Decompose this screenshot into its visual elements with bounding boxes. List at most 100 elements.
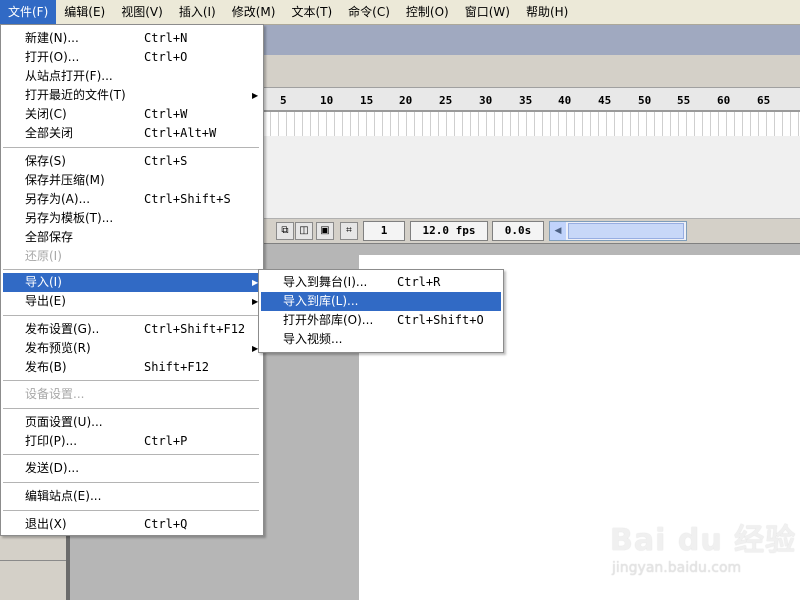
panel-divider bbox=[0, 560, 66, 561]
menu-item-open-from-site[interactable]: 从站点打开(F)... bbox=[3, 67, 259, 86]
onion-outline-icon[interactable]: ▣ bbox=[316, 222, 334, 240]
menu-item-label: 编辑站点(E)... bbox=[25, 489, 102, 503]
menu-item-export[interactable]: 导出(E) ▶ bbox=[3, 292, 259, 311]
menu-item-label: 导出(E) bbox=[25, 294, 66, 308]
timeline-frames[interactable] bbox=[262, 112, 800, 137]
menu-item-label: 导入(I) bbox=[25, 275, 62, 289]
menu-item-close[interactable]: 关闭(C) Ctrl+W bbox=[3, 105, 259, 124]
import-submenu: 导入到舞台(I)... Ctrl+R 导入到库(L)... 打开外部库(O)..… bbox=[258, 269, 504, 353]
menu-item-import-video[interactable]: 导入视频... bbox=[261, 330, 501, 349]
menu-item-label: 发布设置(G).. bbox=[25, 322, 100, 336]
menu-window[interactable]: 窗口(W) bbox=[457, 0, 518, 24]
menu-item-publish-settings[interactable]: 发布设置(G).. Ctrl+Shift+F12 bbox=[3, 320, 259, 339]
menu-item-close-all[interactable]: 全部关闭 Ctrl+Alt+W bbox=[3, 124, 259, 143]
frame-rate: 12.0 fps bbox=[410, 221, 488, 241]
menu-item-open-external-library[interactable]: 打开外部库(O)... Ctrl+Shift+O bbox=[261, 311, 501, 330]
menu-control[interactable]: 控制(O) bbox=[398, 0, 457, 24]
menu-item-label: 页面设置(U)... bbox=[25, 415, 103, 429]
timeline-tick: 10 bbox=[320, 94, 334, 107]
menu-edit[interactable]: 编辑(E) bbox=[56, 0, 113, 24]
menu-commands[interactable]: 命令(C) bbox=[340, 0, 398, 24]
timeline-tick: 45 bbox=[598, 94, 612, 107]
menu-item-print[interactable]: 打印(P)... Ctrl+P bbox=[3, 432, 259, 451]
menu-item-shortcut: Ctrl+Alt+W bbox=[144, 126, 217, 140]
timeline-tick: 5 bbox=[280, 94, 287, 107]
menu-separator bbox=[3, 315, 259, 316]
menu-item-import-to-library[interactable]: 导入到库(L)... bbox=[261, 292, 501, 311]
current-frame: 1 bbox=[363, 221, 405, 241]
menu-item-new[interactable]: 新建(N)... Ctrl+N bbox=[3, 29, 259, 48]
menu-item-label: 发送(D)... bbox=[25, 461, 80, 475]
menu-view[interactable]: 视图(V) bbox=[113, 0, 171, 24]
menu-item-edit-sites[interactable]: 编辑站点(E)... bbox=[3, 487, 259, 506]
menu-item-import[interactable]: 导入(I) ▶ bbox=[3, 273, 259, 292]
submenu-arrow-icon: ▶ bbox=[252, 91, 259, 100]
menu-item-save-all[interactable]: 全部保存 bbox=[3, 228, 259, 247]
menu-modify[interactable]: 修改(M) bbox=[224, 0, 284, 24]
menu-separator bbox=[3, 408, 259, 409]
menu-item-label: 打开(O)... bbox=[25, 50, 80, 64]
menu-item-shortcut: Ctrl+R bbox=[397, 275, 441, 289]
menu-item-label: 另存为模板(T)... bbox=[25, 211, 114, 225]
scroll-left-icon[interactable]: ◀ bbox=[550, 222, 566, 240]
menu-item-label: 保存(S) bbox=[25, 154, 66, 168]
menu-item-label: 导入视频... bbox=[283, 332, 343, 346]
menu-item-label: 新建(N)... bbox=[25, 31, 79, 45]
menu-item-shortcut: Ctrl+N bbox=[144, 31, 188, 45]
menu-item-label: 全部关闭 bbox=[25, 126, 74, 140]
menu-item-label: 导入到库(L)... bbox=[283, 294, 359, 308]
watermark-url: jingyan.baidu.com bbox=[612, 560, 742, 576]
timeline-tick: 35 bbox=[519, 94, 533, 107]
menu-item-label: 发布(B) bbox=[25, 360, 67, 374]
timeline-tick: 55 bbox=[677, 94, 691, 107]
menu-separator bbox=[3, 510, 259, 511]
menu-item-import-to-stage[interactable]: 导入到舞台(I)... Ctrl+R bbox=[261, 273, 501, 292]
menu-item-save-compact[interactable]: 保存并压缩(M) bbox=[3, 171, 259, 190]
onion-skin-icon[interactable]: ◫ bbox=[295, 222, 313, 240]
timeline-tick: 20 bbox=[399, 94, 413, 107]
menu-item-shortcut: Ctrl+Shift+F12 bbox=[144, 322, 246, 336]
menu-separator bbox=[3, 454, 259, 455]
menu-item-label: 关闭(C) bbox=[25, 107, 67, 121]
menu-separator bbox=[3, 380, 259, 381]
menu-item-shortcut: Ctrl+Shift+O bbox=[397, 313, 484, 327]
menu-item-label: 发布预览(R) bbox=[25, 341, 91, 355]
menu-item-label: 打开外部库(O)... bbox=[283, 313, 374, 327]
menu-item-save-as[interactable]: 另存为(A)... Ctrl+Shift+S bbox=[3, 190, 259, 209]
menu-item-save-as-template[interactable]: 另存为模板(T)... bbox=[3, 209, 259, 228]
menu-item-save[interactable]: 保存(S) Ctrl+S bbox=[3, 152, 259, 171]
menu-bar: 文件(F) 编辑(E) 视图(V) 插入(I) 修改(M) 文本(T) 命令(C… bbox=[0, 0, 800, 25]
menu-item-label: 打开最近的文件(T) bbox=[25, 88, 126, 102]
timeline-tick: 30 bbox=[479, 94, 493, 107]
menu-help[interactable]: 帮助(H) bbox=[518, 0, 576, 24]
menu-item-publish-preview[interactable]: 发布预览(R) ▶ bbox=[3, 339, 259, 358]
menu-item-publish[interactable]: 发布(B) Shift+F12 bbox=[3, 358, 259, 377]
menu-item-exit[interactable]: 退出(X) Ctrl+Q bbox=[3, 515, 259, 534]
menu-item-open[interactable]: 打开(O)... Ctrl+O bbox=[3, 48, 259, 67]
menu-item-shortcut: Ctrl+S bbox=[144, 154, 188, 168]
menu-separator bbox=[3, 147, 259, 148]
menu-item-revert: 还原(I) bbox=[3, 247, 259, 266]
scroll-thumb[interactable] bbox=[568, 223, 684, 239]
center-frame-icon[interactable]: ⧉ bbox=[276, 222, 294, 240]
menu-item-shortcut: Ctrl+O bbox=[144, 50, 188, 64]
edit-markers-icon[interactable]: ⌗ bbox=[340, 222, 358, 240]
watermark: Bai du 经验 jingyan.baidu.com bbox=[610, 515, 800, 585]
menu-item-label: 设备设置... bbox=[25, 387, 85, 401]
menu-item-shortcut: Ctrl+Shift+S bbox=[144, 192, 231, 206]
timeline-tick: 25 bbox=[439, 94, 453, 107]
menu-item-page-setup[interactable]: 页面设置(U)... bbox=[3, 413, 259, 432]
menu-file[interactable]: 文件(F) bbox=[0, 0, 57, 24]
menu-item-label: 从站点打开(F)... bbox=[25, 69, 113, 83]
menu-item-open-recent[interactable]: 打开最近的文件(T) ▶ bbox=[3, 86, 259, 105]
menu-item-label: 退出(X) bbox=[25, 517, 67, 531]
menu-item-shortcut: Ctrl+Q bbox=[144, 517, 188, 531]
timeline-tick: 60 bbox=[717, 94, 731, 107]
timeline-scrollbar[interactable]: ◀ bbox=[549, 221, 687, 241]
menu-item-label: 保存并压缩(M) bbox=[25, 173, 105, 187]
menu-insert[interactable]: 插入(I) bbox=[171, 0, 224, 24]
menu-item-send[interactable]: 发送(D)... bbox=[3, 459, 259, 478]
menu-item-label: 还原(I) bbox=[25, 249, 62, 263]
menu-text[interactable]: 文本(T) bbox=[283, 0, 340, 24]
menu-item-shortcut: Shift+F12 bbox=[144, 360, 210, 374]
